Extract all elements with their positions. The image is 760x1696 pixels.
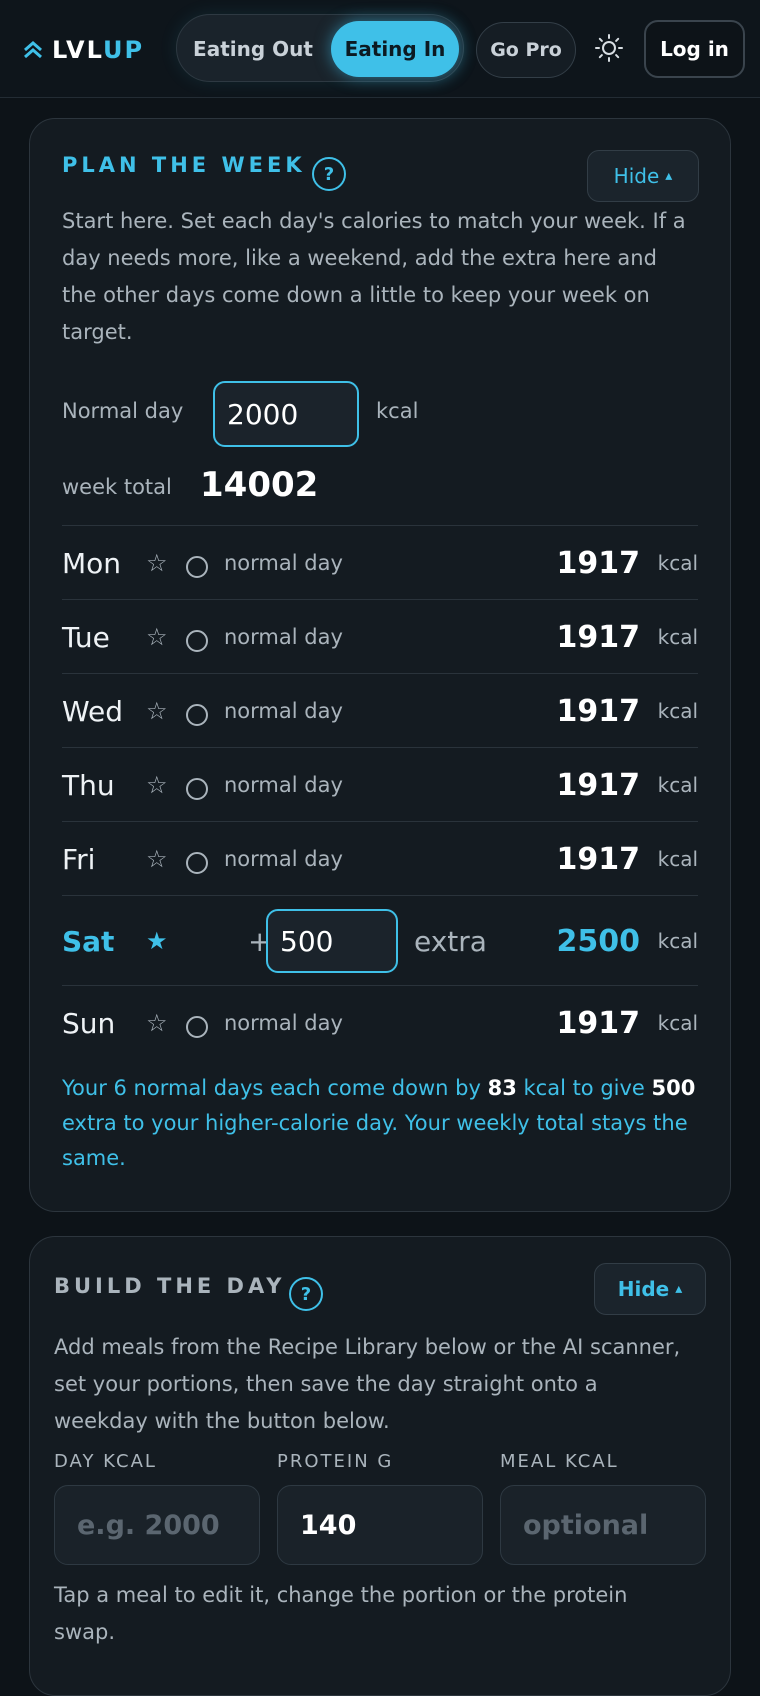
week-total-label: week total [62, 475, 172, 499]
day-kcal-value: 1917 [556, 1005, 641, 1041]
caret-up-icon: ▴ [665, 168, 673, 184]
day-note: normal day [224, 699, 343, 723]
star-outline-icon[interactable]: ☆ [146, 822, 168, 896]
plan-title: PLAN THE WEEK [62, 153, 306, 177]
day-kcal-value: 1917 [556, 767, 641, 803]
meal-kcal-label: MEAL KCAL [500, 1451, 619, 1472]
circle-radio-icon[interactable] [186, 556, 208, 578]
day-note: normal day [224, 847, 343, 871]
week-total-value: 14002 [200, 465, 319, 505]
plan-hide-button[interactable]: Hide ▴ [587, 150, 699, 202]
log-in-button[interactable]: Log in [644, 20, 745, 78]
caret-up-icon: ▴ [675, 1281, 683, 1297]
day-kcal-label: DAY KCAL [54, 1451, 157, 1472]
hide-label: Hide [617, 1277, 670, 1301]
star-outline-icon[interactable]: ☆ [146, 526, 168, 600]
circle-radio-icon[interactable] [186, 852, 208, 874]
plan-the-week-card: PLAN THE WEEK ? Hide ▴ Start here. Set e… [29, 118, 731, 1212]
star-outline-icon[interactable]: ☆ [146, 986, 168, 1060]
day-label: Sat [62, 924, 115, 958]
circle-radio-icon[interactable] [186, 704, 208, 726]
day-label: Wed [62, 694, 124, 728]
tab-eating-out[interactable]: Eating Out [183, 21, 323, 77]
day-row-wed: Wed ☆ normal day 1917 kcal [62, 673, 698, 747]
day-note: normal day [224, 625, 343, 649]
day-note: normal day [224, 551, 343, 575]
normal-day-input[interactable]: 2000 [213, 381, 359, 447]
day-label: Thu [62, 768, 115, 802]
day-label: Sun [62, 1006, 116, 1040]
kcal-unit-label: kcal [376, 399, 419, 423]
normal-day-label: Normal day [62, 399, 184, 423]
build-the-day-card: BUILD THE DAY ? Hide ▴ Add meals from th… [29, 1236, 731, 1696]
day-row-tue: Tue ☆ normal day 1917 kcal [62, 599, 698, 673]
logo-text: LVLUP [52, 36, 145, 64]
build-title: BUILD THE DAY [54, 1274, 286, 1298]
protein-input[interactable]: 140 [277, 1485, 483, 1565]
kcal-unit: kcal [657, 1011, 698, 1035]
kcal-unit: kcal [657, 847, 698, 871]
kcal-unit: kcal [657, 551, 698, 575]
logo[interactable]: LVLUP [22, 36, 144, 64]
day-kcal-input[interactable]: e.g. 2000 [54, 1485, 260, 1565]
protein-label: PROTEIN G [277, 1451, 394, 1472]
kcal-unit: kcal [657, 929, 698, 953]
plan-summary: Your 6 normal days each come down by 83 … [62, 1076, 696, 1170]
logo-chevrons-icon [24, 41, 42, 59]
day-kcal-value: 1917 [556, 841, 641, 877]
circle-radio-icon[interactable] [186, 1016, 208, 1038]
kcal-unit: kcal [657, 625, 698, 649]
help-icon[interactable]: ? [289, 1277, 323, 1311]
extra-kcal-input[interactable]: 500 [266, 909, 398, 973]
kcal-unit: kcal [657, 699, 698, 723]
star-filled-icon[interactable]: ★ [146, 896, 168, 986]
top-bar: LVLUP Eating Out Eating In Go Pro Log in [0, 0, 760, 98]
day-row-fri: Fri ☆ normal day 1917 kcal [62, 821, 698, 895]
day-row-sat: Sat ★ + 500 extra 2500 kcal [62, 895, 698, 985]
star-outline-icon[interactable]: ☆ [146, 674, 168, 748]
day-kcal-value: 1917 [556, 693, 641, 729]
meal-kcal-input[interactable]: optional [500, 1485, 706, 1565]
extra-label: extra [414, 924, 487, 958]
star-outline-icon[interactable]: ☆ [146, 600, 168, 674]
day-label: Fri [62, 842, 96, 876]
kcal-unit: kcal [657, 773, 698, 797]
day-note: normal day [224, 773, 343, 797]
build-hint: Tap a meal to edit it, change the portio… [54, 1583, 628, 1644]
circle-radio-icon[interactable] [186, 778, 208, 800]
day-label: Mon [62, 546, 122, 580]
day-kcal-value: 2500 [556, 923, 641, 959]
day-kcal-value: 1917 [556, 619, 641, 655]
help-icon[interactable]: ? [312, 157, 346, 191]
build-hide-button[interactable]: Hide ▴ [594, 1263, 706, 1315]
day-row-thu: Thu ☆ normal day 1917 kcal [62, 747, 698, 821]
day-label: Tue [62, 620, 110, 654]
day-row-mon: Mon ☆ normal day 1917 kcal [62, 525, 698, 599]
sun-icon[interactable] [594, 33, 624, 63]
build-description: Add meals from the Recipe Library below … [54, 1335, 681, 1433]
day-kcal-value: 1917 [556, 545, 641, 581]
go-pro-button[interactable]: Go Pro [476, 22, 576, 78]
tab-eating-in[interactable]: Eating In [331, 21, 459, 77]
mode-toggle: Eating Out Eating In [176, 14, 464, 82]
circle-radio-icon[interactable] [186, 630, 208, 652]
day-row-sun: Sun ☆ normal day 1917 kcal [62, 985, 698, 1059]
day-note: normal day [224, 1011, 343, 1035]
hide-label: Hide [613, 164, 660, 188]
plan-description: Start here. Set each day's calories to m… [62, 209, 686, 344]
star-outline-icon[interactable]: ☆ [146, 748, 168, 822]
